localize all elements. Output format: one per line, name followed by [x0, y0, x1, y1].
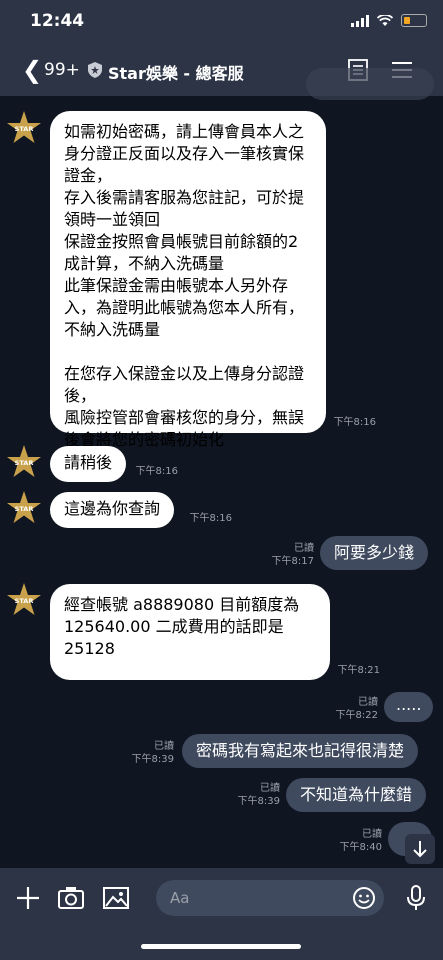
- svg-text:STAR: STAR: [15, 505, 34, 513]
- read-receipt: 已讀 下午8:40: [339, 829, 382, 853]
- plus-icon[interactable]: [14, 884, 42, 912]
- message-input[interactable]: Aa: [156, 880, 384, 916]
- input-placeholder: Aa: [170, 889, 190, 907]
- outgoing-message: 密碼我有寫起來也記得很清楚: [182, 734, 419, 768]
- svg-text:STAR: STAR: [15, 597, 34, 605]
- message-time: 下午8:16: [135, 466, 178, 477]
- scroll-down-icon: [413, 841, 427, 858]
- star-avatar-icon[interactable]: STAR: [6, 444, 42, 480]
- read-receipt: 已讀 下午8:39: [237, 783, 280, 807]
- signal-icon: [351, 14, 369, 27]
- incoming-message: 請稍後: [50, 446, 127, 482]
- read-receipt: 已讀 下午8:22: [335, 697, 378, 721]
- input-bar: Aa: [0, 868, 443, 960]
- back-count[interactable]: 99+: [44, 60, 80, 80]
- outgoing-message: 不知道為什麼錯: [286, 778, 427, 812]
- status-bar: 12:44: [0, 0, 443, 44]
- star-avatar-icon[interactable]: STAR: [6, 582, 42, 618]
- incoming-message: 這邊為你查詢: [50, 492, 175, 528]
- chat-area[interactable]: STAR 如需初始密碼，請上傳會員本人之身分證正反面以及存入一筆核實保證金， 存…: [0, 96, 443, 868]
- star-avatar-icon[interactable]: STAR: [6, 110, 42, 146]
- message-time: 下午8:16: [189, 513, 232, 524]
- mic-icon[interactable]: [402, 884, 430, 912]
- back-chevron-icon[interactable]: ❮: [22, 56, 42, 84]
- status-icons: [351, 14, 427, 27]
- battery-icon: [401, 14, 427, 27]
- svg-text:STAR: STAR: [15, 125, 34, 133]
- home-indicator: [141, 944, 301, 949]
- wifi-icon: [377, 14, 393, 26]
- emoji-icon[interactable]: [352, 886, 376, 910]
- incoming-message: 經查帳號 a8889080 目前額度為125640.00 二成費用的話即是251…: [50, 584, 330, 680]
- star-avatar-icon[interactable]: STAR: [6, 490, 42, 526]
- read-receipt: 已讀 下午8:39: [131, 741, 174, 765]
- scroll-down-button[interactable]: [405, 834, 435, 864]
- image-icon[interactable]: [102, 884, 130, 912]
- chat-title: Star娛樂 - 總客服: [108, 64, 244, 83]
- camera-icon[interactable]: [57, 884, 85, 912]
- read-receipt: 已讀 下午8:17: [271, 543, 314, 567]
- incoming-message: 如需初始密碼，請上傳會員本人之身分證正反面以及存入一筆核實保證金， 存入後需請客…: [50, 111, 326, 449]
- shield-icon: [88, 62, 102, 78]
- outgoing-message: .....: [384, 692, 434, 722]
- outgoing-message: 阿要多少錢: [320, 536, 429, 570]
- message-time: 下午8:16: [333, 417, 376, 428]
- message-time: 下午8:21: [337, 665, 380, 676]
- svg-text:STAR: STAR: [15, 459, 34, 467]
- status-time: 12:44: [30, 11, 85, 31]
